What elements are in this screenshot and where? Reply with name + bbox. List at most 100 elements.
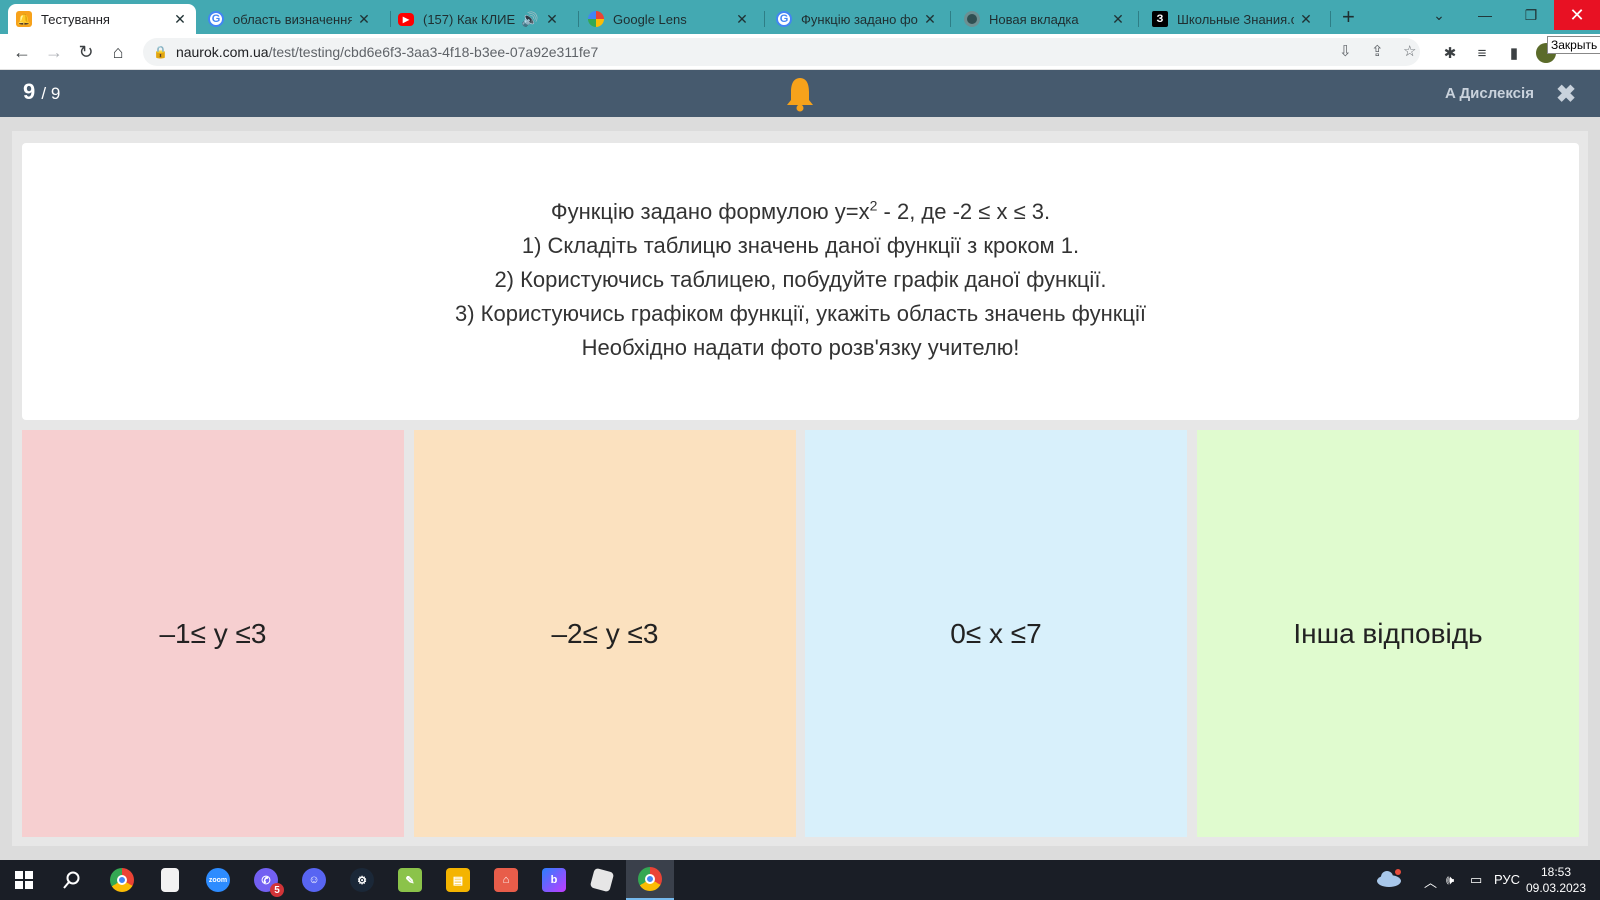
start-icon[interactable]: [0, 860, 48, 900]
font-a-icon: A: [1445, 85, 1456, 102]
tab-label: Новая вкладка: [989, 11, 1079, 27]
tab-separator: [950, 11, 951, 27]
zoom-icon[interactable]: zoom: [194, 860, 242, 900]
windows-taskbar: zoom ✆ 5 ☺ ⚙ ✎ ▤ ⌂ b ︿ 🕪 ▭ РУС 18:53 09.…: [0, 860, 1600, 900]
new-tab-button[interactable]: +: [1342, 5, 1355, 29]
reading-list-icon[interactable]: ≡: [1472, 43, 1492, 63]
onedrive-icon[interactable]: [1376, 869, 1402, 890]
question-counter: 9 / 9: [23, 79, 60, 105]
speaker-icon[interactable]: 🕪: [1446, 872, 1454, 888]
answer-label: 0≤ x ≤7: [950, 617, 1042, 649]
tab-label: Тестування: [41, 11, 110, 27]
tab-label: область визначення ф: [233, 11, 352, 27]
tab-label: Школьные Знания.com: [1177, 11, 1294, 27]
close-test-icon[interactable]: ✖: [1556, 80, 1576, 109]
total-questions: / 9: [41, 84, 61, 103]
speaker-icon[interactable]: 🔊: [520, 11, 540, 28]
tab-oblast[interactable]: G область визначення ф ✕: [200, 4, 380, 34]
tab-new[interactable]: Новая вкладка ✕: [956, 4, 1134, 34]
restore-button[interactable]: ❐: [1508, 0, 1554, 30]
close-icon[interactable]: ✕: [734, 11, 750, 28]
window-close-button[interactable]: ✕: [1554, 0, 1600, 30]
clock[interactable]: 18:53 09.03.2023: [1524, 864, 1588, 896]
viber-icon[interactable]: ✆ 5: [242, 860, 290, 900]
file-icon[interactable]: [146, 860, 194, 900]
close-icon[interactable]: ✕: [1298, 11, 1314, 28]
chevron-up-icon[interactable]: ︿: [1424, 872, 1437, 891]
close-icon[interactable]: ✕: [544, 11, 560, 28]
question-line-3: 2) Користуючись таблицею, побудуйте граф…: [494, 267, 1107, 292]
browser-toolbar: ← → ↻ ⌂ 🔒 naurok.com.ua/test/testing/cbd…: [0, 34, 1600, 70]
discord-icon[interactable]: ☺: [290, 860, 338, 900]
viber-badge: 5: [270, 883, 284, 897]
minimize-button[interactable]: —: [1462, 0, 1508, 30]
answer-label: –2≤ y ≤3: [551, 617, 659, 649]
question-card: Функцію задано формулою y=x2 - 2, де -2 …: [22, 143, 1579, 420]
answer-label: –1≤ y ≤3: [159, 617, 267, 649]
address-bar[interactable]: 🔒 naurok.com.ua/test/testing/cbd6e6f3-3a…: [143, 38, 1420, 66]
tab-google-lens[interactable]: Google Lens ✕: [580, 4, 758, 34]
close-icon[interactable]: ✕: [922, 11, 938, 28]
clock-date: 09.03.2023: [1525, 881, 1587, 895]
close-icon[interactable]: ✕: [1110, 11, 1126, 28]
tab-label: Google Lens: [613, 11, 687, 27]
dyslexia-toggle[interactable]: A Дислексія: [1445, 85, 1534, 102]
answer-option-3[interactable]: 0≤ x ≤7: [805, 430, 1187, 837]
back-icon[interactable]: ←: [10, 40, 34, 64]
install-icon[interactable]: ⇩: [1339, 42, 1352, 60]
forward-icon[interactable]: →: [42, 40, 66, 64]
home-app-icon[interactable]: ⌂: [482, 860, 530, 900]
steam-icon[interactable]: ⚙: [338, 860, 386, 900]
close-icon[interactable]: ✕: [172, 11, 188, 28]
tab-funktsiyu[interactable]: G Функцію задано форм ✕: [768, 4, 946, 34]
naurok-bell-icon: 🔔: [16, 11, 32, 27]
answer-option-1[interactable]: –1≤ y ≤3: [22, 430, 404, 837]
bing-icon[interactable]: b: [530, 860, 578, 900]
clock-time: 18:53: [1540, 865, 1572, 879]
search-icon[interactable]: [48, 860, 96, 900]
google-lens-icon: [588, 11, 604, 27]
close-tooltip: Закрыть: [1547, 36, 1600, 54]
youtube-icon: ▶: [398, 12, 414, 26]
home-icon[interactable]: ⌂: [106, 40, 130, 64]
tab-separator: [1138, 11, 1139, 27]
answer-option-2[interactable]: –2≤ y ≤3: [414, 430, 796, 837]
reload-icon[interactable]: ↻: [74, 40, 98, 64]
tab-label: (157) Как КЛИЕНТЫ: [423, 11, 516, 27]
tab-search-button[interactable]: ⌄: [1416, 0, 1462, 30]
znanija-icon: З: [1152, 11, 1168, 27]
close-icon[interactable]: ✕: [356, 11, 372, 28]
tab-separator: [764, 11, 765, 27]
question-line-1: Функцію задано формулою y=x2 - 2, де -2 …: [550, 197, 1051, 224]
chrome-active-icon[interactable]: [626, 860, 674, 900]
chrome-icon: [964, 11, 980, 27]
side-panel-icon[interactable]: ▮: [1504, 43, 1524, 63]
question-line-2: 1) Складіть таблицю значень даної функці…: [521, 233, 1080, 258]
current-question: 9: [23, 79, 36, 104]
share-icon[interactable]: ⇪: [1371, 42, 1384, 60]
dyslexia-label: Дислексія: [1459, 85, 1534, 102]
answer-option-4[interactable]: Інша відповідь: [1197, 430, 1579, 837]
notes-icon[interactable]: ✎: [386, 860, 434, 900]
question-line-5: Необхідно надати фото розв'язку учителю!: [581, 335, 1020, 360]
question-text: Функцію задано формулою y=x2 - 2, де -2 …: [22, 195, 1579, 365]
extensions-icon[interactable]: ✱: [1440, 43, 1460, 63]
answer-label: Інша відповідь: [1293, 617, 1483, 649]
tab-znanija[interactable]: З Школьные Знания.com ✕: [1144, 4, 1322, 34]
lock-icon: 🔒: [153, 45, 168, 59]
tab-testing[interactable]: 🔔 Тестування ✕: [8, 4, 196, 34]
roblox-icon[interactable]: [578, 860, 626, 900]
bookmark-star-icon[interactable]: ☆: [1403, 42, 1416, 60]
app-icon[interactable]: ▤: [434, 860, 482, 900]
chrome-icon[interactable]: [98, 860, 146, 900]
tab-youtube[interactable]: ▶ (157) Как КЛИЕНТЫ 🔊 ✕: [390, 4, 568, 34]
network-icon[interactable]: ▭: [1470, 872, 1482, 888]
google-icon: G: [776, 11, 792, 27]
url-text: naurok.com.ua/test/testing/cbd6e6f3-3aa3…: [175, 44, 599, 60]
google-icon: G: [208, 11, 224, 27]
browser-tab-strip: 🔔 Тестування ✕ G область визначення ф ✕ …: [0, 0, 1600, 34]
language-indicator[interactable]: РУС: [1494, 872, 1520, 887]
question-line-4: 3) Користуючись графіком функції, укажіт…: [454, 301, 1146, 326]
bell-icon: [787, 78, 813, 112]
tab-label: Функцію задано форм: [801, 11, 918, 27]
